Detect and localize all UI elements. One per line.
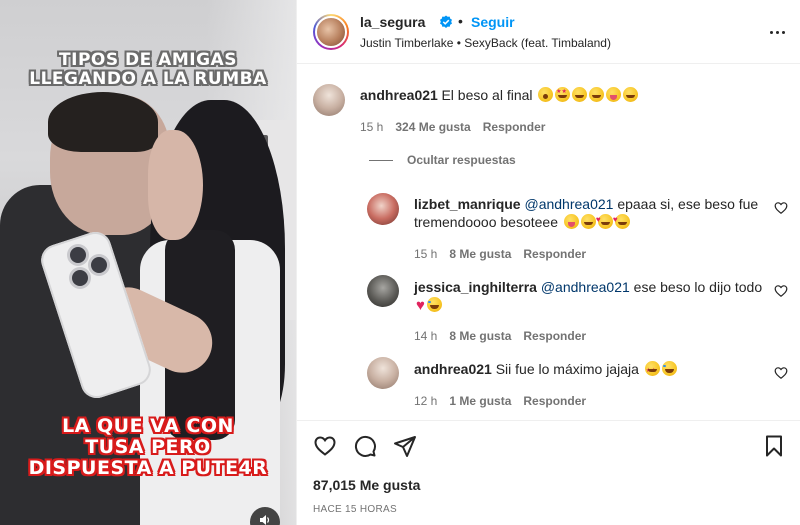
reply-text: epaaa si, ese beso fue (613, 196, 759, 212)
comment-time[interactable]: 15 h (360, 120, 383, 134)
post-video[interactable]: TIPOS DE AMIGAS LLEGANDO A LA RUMBA LA Q… (0, 0, 296, 525)
reply-username[interactable]: lizbet_manrique (414, 196, 521, 212)
audio-track-link[interactable]: Justin Timberlake • SexyBack (feat. Timb… (360, 36, 611, 50)
comment-username[interactable]: andhrea021 (360, 87, 438, 103)
commenter-avatar[interactable] (367, 275, 399, 307)
reply-likes[interactable]: 8 Me gusta (449, 329, 511, 343)
reply-button[interactable]: Responder (483, 120, 546, 134)
hushed-face-icon (538, 87, 554, 102)
grinning-face-icon (623, 87, 639, 102)
post-timestamp[interactable]: HACE 15 HORAS (313, 504, 397, 515)
video-caption-bottom: LA QUE VA CON TUSA PERO DISPUESTA A PUTE… (28, 415, 268, 479)
video-caption-top: TIPOS DE AMIGAS LLEGANDO A LA RUMBA (29, 50, 267, 89)
owner-username[interactable]: la_segura (360, 14, 425, 30)
zany-face-icon (563, 214, 579, 229)
verified-badge-icon (440, 15, 452, 28)
red-heart-icon: ♥ (416, 297, 425, 314)
post-actions-bar: 87,015 Me gusta HACE 15 HORAS (297, 420, 800, 525)
star-struck-icon (644, 361, 660, 380)
smiling-face-with-hearts-icon (596, 211, 613, 229)
smiling-face-with-hearts-icon (613, 211, 630, 229)
reply-time[interactable]: 12 h (414, 394, 437, 408)
hide-replies-button[interactable]: Ocultar respuestas (369, 153, 516, 167)
reply-likes[interactable]: 1 Me gusta (449, 394, 511, 408)
reply-text: Sii fue lo máximo jajaja (495, 361, 639, 377)
more-options-icon[interactable] (765, 22, 789, 42)
reply-likes[interactable]: 8 Me gusta (449, 247, 511, 261)
like-comment-heart-icon[interactable] (774, 201, 788, 215)
save-bookmark-icon[interactable] (762, 434, 786, 458)
post-details-panel: la_segura • Seguir Justin Timberlake • S… (296, 0, 800, 525)
speaker-icon (260, 515, 270, 525)
comment-text: El beso al final (441, 87, 533, 103)
comment-bubble-icon[interactable] (353, 434, 377, 458)
reply-button[interactable]: Responder (523, 247, 586, 261)
mention-link[interactable]: @andhrea021 (541, 279, 630, 295)
owner-avatar[interactable] (313, 14, 349, 50)
star-struck-icon (555, 87, 571, 102)
comment-likes[interactable]: 324 Me gusta (395, 120, 470, 134)
reply-button[interactable]: Responder (523, 329, 586, 343)
reply-username[interactable]: jessica_inghilterra (414, 279, 537, 295)
comments-list[interactable]: andhrea021 El beso al final 15 h 324 Me … (297, 65, 800, 420)
grinning-face-icon (580, 214, 596, 229)
commenter-avatar[interactable] (367, 357, 399, 389)
mention-link[interactable]: @andhrea021 (524, 196, 613, 212)
tears-of-joy-icon (426, 297, 442, 312)
post-dialog: TIPOS DE AMIGAS LLEGANDO A LA RUMBA LA Q… (0, 0, 800, 525)
grinning-face-icon (572, 87, 588, 102)
reply-time[interactable]: 14 h (414, 329, 437, 343)
follow-button[interactable]: Seguir (471, 14, 515, 30)
reply-text: ese beso lo dijo todo (629, 279, 763, 295)
reply-time[interactable]: 15 h (414, 247, 437, 261)
reply-username[interactable]: andhrea021 (414, 361, 492, 377)
post-like-count[interactable]: 87,015 Me gusta (313, 477, 420, 493)
reply-button[interactable]: Responder (523, 394, 586, 408)
post-header: la_segura • Seguir Justin Timberlake • S… (297, 0, 800, 64)
tears-of-joy-icon (661, 361, 677, 376)
like-comment-heart-icon[interactable] (774, 284, 788, 298)
commenter-avatar[interactable] (367, 193, 399, 225)
savoring-face-icon (606, 87, 622, 102)
like-heart-icon[interactable] (313, 434, 337, 458)
commenter-avatar[interactable] (313, 84, 345, 116)
like-comment-heart-icon[interactable] (774, 366, 788, 380)
header-separator: • (458, 13, 463, 29)
reply-text-continued: tremendoooo besoteee (414, 214, 558, 230)
share-send-icon[interactable] (393, 434, 417, 458)
grinning-face-icon (589, 87, 605, 102)
